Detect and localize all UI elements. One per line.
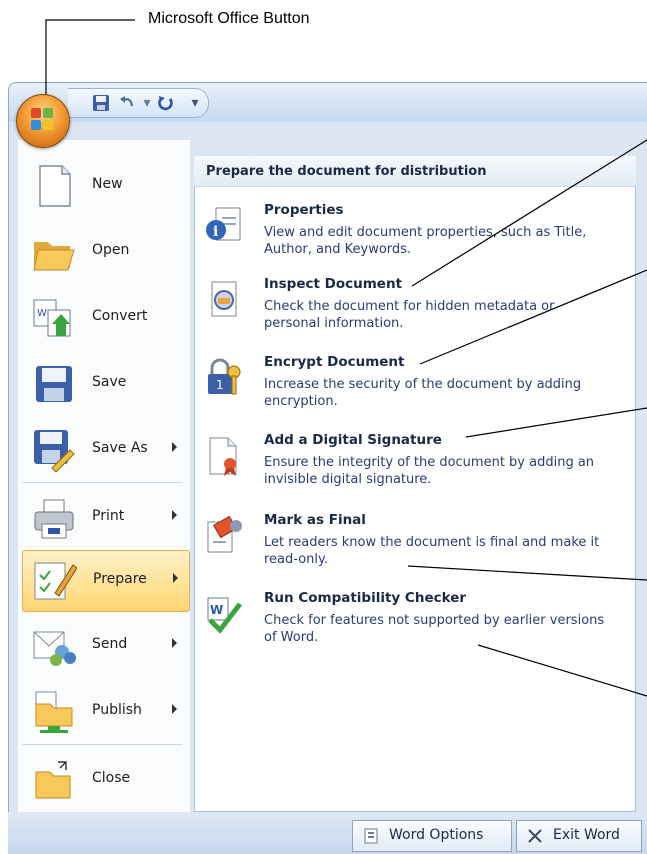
prepare-item-desc: Increase the security of the document by… — [264, 377, 582, 409]
new-document-icon — [32, 164, 76, 208]
send-icon — [32, 624, 76, 668]
compatibility-icon: W — [204, 594, 244, 634]
menu-item-label: Save — [92, 374, 127, 390]
prepare-icon — [33, 559, 78, 603]
prepare-item-title: Run Compatibility Checker — [264, 590, 467, 606]
printer-icon — [32, 496, 76, 540]
close-icon — [527, 828, 543, 844]
prepare-item-properties[interactable]: i Properties View and edit document prop… — [200, 202, 620, 268]
lock-key-icon: 1 — [204, 358, 244, 398]
menu-item-label: Save As — [92, 440, 148, 456]
menu-item-publish[interactable]: Publish — [22, 682, 188, 742]
prepare-item-title: Properties — [264, 202, 344, 218]
prepare-submenu-heading: Prepare the document for distribution — [194, 156, 636, 187]
undo-icon[interactable] — [118, 94, 136, 112]
prepare-item-desc: Ensure the integrity of the document by … — [264, 455, 595, 487]
submenu-arrow-icon — [173, 573, 178, 583]
properties-icon: i — [204, 206, 244, 246]
prepare-item-title: Encrypt Document — [264, 354, 405, 370]
prepare-item-desc: Check for features not supported by earl… — [264, 613, 605, 645]
menu-item-label: New — [92, 176, 123, 192]
menu-item-convert[interactable]: W Convert — [22, 288, 188, 348]
menu-item-label: Convert — [92, 308, 148, 324]
publish-icon — [32, 690, 76, 734]
menu-item-new[interactable]: New — [22, 156, 188, 216]
exit-word-button[interactable]: Exit Word — [516, 820, 642, 852]
save-as-icon — [32, 428, 76, 473]
prepare-item-compatibility[interactable]: W Run Compatibility Checker Check for fe… — [200, 590, 620, 656]
close-folder-icon — [32, 758, 76, 802]
submenu-arrow-icon — [172, 638, 177, 648]
prepare-item-title: Add a Digital Signature — [264, 432, 442, 448]
submenu-arrow-icon — [172, 442, 177, 452]
menu-item-print[interactable]: Print — [22, 488, 188, 548]
prepare-item-encrypt[interactable]: 1 Encrypt Document Increase the security… — [200, 354, 620, 420]
word-options-label: Word Options — [389, 827, 484, 843]
signature-icon — [204, 436, 244, 476]
submenu-arrow-icon — [172, 510, 177, 520]
prepare-item-signature[interactable]: Add a Digital Signature Ensure the integ… — [200, 432, 620, 498]
menu-separator — [22, 744, 182, 745]
prepare-item-desc: Check the document for hidden metadata o… — [264, 299, 555, 331]
menu-item-close[interactable]: Close — [22, 750, 188, 810]
save-icon[interactable] — [92, 94, 110, 112]
menu-item-label: Open — [92, 242, 130, 258]
office-logo-icon — [31, 108, 55, 132]
menu-item-prepare[interactable]: Prepare — [22, 550, 190, 612]
prepare-item-inspect[interactable]: Inspect Document Check the document for … — [200, 276, 620, 342]
quick-access-toolbar: ▾ ▾ — [68, 88, 209, 118]
menu-item-save-as[interactable]: Save As — [22, 420, 188, 480]
menu-item-label: Close — [92, 770, 131, 786]
prepare-item-desc: Let readers know the document is final a… — [264, 535, 600, 567]
open-folder-icon — [32, 230, 76, 274]
svg-text:W: W — [37, 308, 47, 319]
exit-word-label: Exit Word — [553, 827, 620, 843]
prepare-item-title: Inspect Document — [264, 276, 403, 292]
menu-item-label: Publish — [92, 702, 142, 718]
office-button[interactable] — [16, 94, 70, 148]
menu-item-open[interactable]: Open — [22, 222, 188, 282]
customize-toolbar-icon[interactable]: ▾ — [186, 94, 204, 112]
svg-text:W: W — [210, 603, 223, 617]
menu-item-label: Print — [92, 508, 125, 524]
svg-text:1: 1 — [216, 378, 224, 392]
svg-text:i: i — [213, 224, 218, 240]
prepare-heading-text: Prepare the document for distribution — [206, 164, 487, 179]
chevron-down-icon[interactable]: ▾ — [138, 94, 156, 112]
menu-item-label: Send — [92, 636, 128, 652]
menu-item-label: Prepare — [93, 571, 147, 587]
save-icon — [32, 362, 76, 406]
prepare-item-title: Mark as Final — [264, 512, 366, 528]
prepare-item-mark-final[interactable]: Mark as Final Let readers know the docum… — [200, 512, 620, 578]
submenu-arrow-icon — [172, 704, 177, 714]
convert-icon: W — [32, 296, 76, 340]
menu-item-send[interactable]: Send — [22, 616, 188, 676]
callout-office-button-label: Microsoft Office Button — [148, 10, 310, 27]
redo-icon[interactable] — [156, 94, 174, 112]
options-icon — [363, 828, 379, 844]
word-options-button[interactable]: Word Options — [352, 820, 512, 852]
mark-final-icon — [204, 515, 244, 556]
prepare-item-desc: View and edit document properties, such … — [264, 225, 587, 257]
menu-separator — [22, 482, 182, 483]
inspect-icon — [204, 280, 244, 320]
menu-item-save[interactable]: Save — [22, 354, 188, 414]
